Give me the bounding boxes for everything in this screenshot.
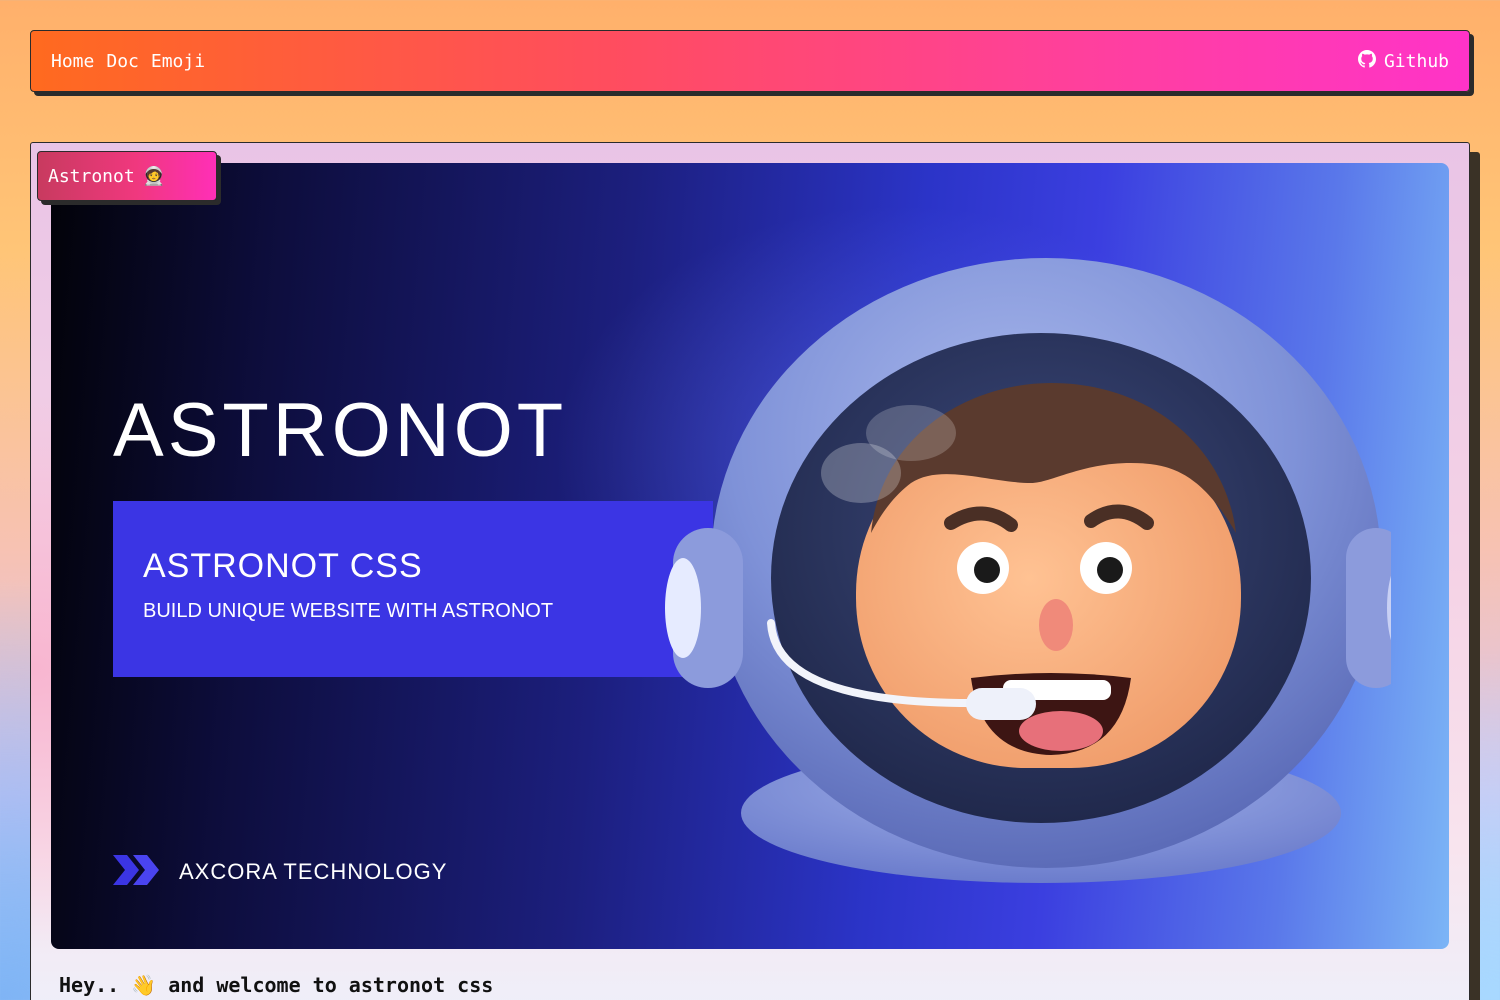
banner-subtitle: ASTRONOT CSS [143,547,423,585]
hero-card: Astronot 🧑‍🚀 ASTRONOT ASTRONOT CSS BUILD… [30,142,1470,1000]
brand: AXCORA TECHNOLOGY [113,855,447,889]
top-navbar: Home Doc Emoji Github [30,30,1470,92]
card-tag-label: Astronot [48,165,135,187]
welcome-text: Hey.. 👋 and welcome to astronot css [59,973,494,997]
hero-banner: ASTRONOT ASTRONOT CSS BUILD UNIQUE WEBSI… [51,163,1449,949]
brand-name: AXCORA TECHNOLOGY [179,859,448,884]
astronaut-illustration [665,258,1391,883]
chevrons-right-icon [113,855,161,889]
nav-link-doc[interactable]: Doc [106,51,139,72]
nav-link-home[interactable]: Home [51,51,94,72]
github-icon [1357,49,1376,73]
astronaut-emoji: 🧑‍🚀 [142,165,166,187]
github-link[interactable]: Github [1357,49,1449,73]
banner-title: ASTRONOT [113,388,568,473]
nav-link-emoji[interactable]: Emoji [151,51,205,72]
nav-links: Home Doc Emoji [51,51,205,72]
card-tag: Astronot 🧑‍🚀 [37,151,217,201]
github-label: Github [1383,50,1449,72]
banner-tagline: BUILD UNIQUE WEBSITE WITH ASTRONOT [143,600,554,622]
